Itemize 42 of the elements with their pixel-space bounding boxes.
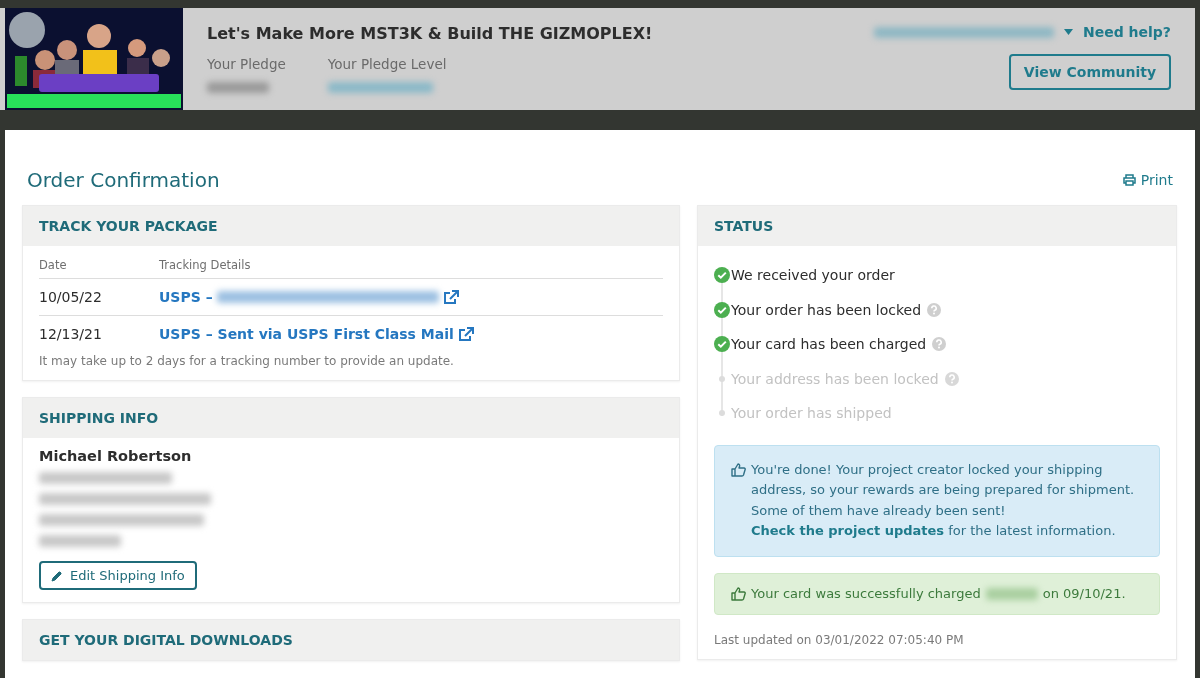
help-icon[interactable] — [927, 302, 941, 317]
status-step: Your card has been charged — [731, 336, 927, 353]
print-link[interactable]: Print — [1122, 171, 1173, 188]
last-updated-text: Last updated on 03/01/2022 07:05:40 PM — [714, 633, 965, 647]
status-step: Your address has been locked — [731, 370, 939, 387]
thumbs-up-icon — [731, 461, 746, 477]
card-heading: SHIPPING INFO — [39, 410, 159, 426]
help-icon[interactable] — [944, 371, 959, 386]
tracking-link[interactable]: USPS – Sent via USPS First Class Mail — [159, 326, 454, 342]
help-icon[interactable] — [932, 337, 947, 352]
tracking-note: It may take up to 2 days for a tracking number to provide an update. — [39, 354, 455, 368]
edit-shipping-button[interactable]: Edit Shipping Info — [39, 561, 197, 590]
view-community-button[interactable]: View Community — [1009, 54, 1171, 90]
field-label: Your Pledge Level — [327, 56, 447, 72]
caret-icon[interactable] — [1064, 29, 1073, 35]
external-link-icon — [442, 289, 459, 305]
status-step: We received your order — [731, 267, 895, 284]
printer-icon — [1122, 173, 1136, 186]
pencil-icon — [51, 569, 63, 582]
date-cell-text: 12/13/21 — [39, 326, 103, 342]
campaign-title: Let's Make More MST3K & Build THE GIZMOPLEX! — [207, 24, 654, 43]
redacted-drawing — [985, 587, 1038, 600]
column-header: Date — [39, 258, 68, 272]
tracking-link[interactable]: USPS – — [159, 289, 213, 305]
project-updates-link[interactable]: Check the project updates — [751, 523, 945, 538]
status-step: Your order has shipped — [731, 405, 892, 422]
page-title: Order Confirmation — [27, 167, 220, 192]
column-header: Tracking Details — [159, 258, 251, 272]
card-heading: STATUS — [714, 218, 774, 234]
recipient-name: Michael Robertson — [39, 448, 192, 464]
alert-message: Your card was successfully charged — [751, 584, 981, 603]
field-label: Your Pledge — [207, 56, 286, 72]
redacted-drawing — [207, 82, 269, 93]
card-heading: GET YOUR DIGITAL DOWNLOADS — [39, 632, 293, 648]
status-step: Your order has been locked — [731, 301, 921, 318]
date-cell-text: 10/05/22 — [39, 289, 103, 305]
thumbs-up-icon — [731, 586, 746, 602]
card-heading: TRACK YOUR PACKAGE — [39, 218, 218, 234]
alert-message: You're done! Your project creator locked your shipping address, so your rewards are being prepared for shipment. Some of them have already been sent! Check the project updates for the latest information. — [751, 460, 1136, 540]
alert-message: on 09/10/21. — [1042, 584, 1126, 603]
external-link-icon — [457, 326, 474, 342]
help-link[interactable]: Need help? — [1083, 24, 1171, 40]
